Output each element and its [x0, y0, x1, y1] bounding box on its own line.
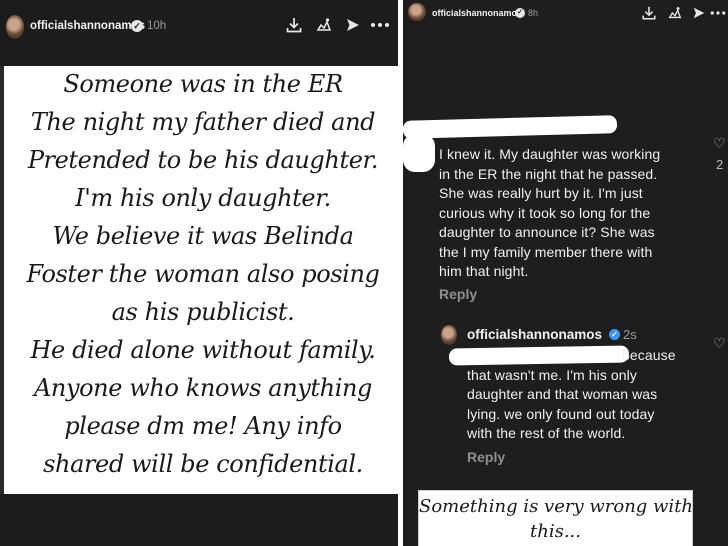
- story-line: shared will be confidential.: [43, 450, 363, 478]
- reply-button[interactable]: Reply: [439, 286, 477, 302]
- story-line: Anyone who knows anything: [33, 374, 373, 402]
- send-icon[interactable]: [692, 6, 706, 20]
- send-icon[interactable]: [345, 17, 361, 33]
- comment-text-line: with the rest of the world.: [467, 425, 626, 441]
- comment-text-line: lying. we only found out today: [467, 405, 655, 422]
- redaction-mark: [403, 134, 435, 172]
- caption-line: this...: [530, 521, 581, 542]
- comment-text-line: daughter to announce it? She was: [439, 224, 655, 240]
- more-icon[interactable]: [709, 7, 727, 19]
- avatar[interactable]: [6, 15, 24, 39]
- avatar[interactable]: [441, 325, 457, 345]
- story-line: We believe it was Belinda: [52, 222, 354, 250]
- story-line: I'm his only daughter.: [75, 184, 331, 212]
- story-line: The night my father died and: [30, 108, 376, 136]
- comment-text-line: She was really hurt by it. I'm just: [439, 185, 643, 201]
- story-caption-card: Something is very wrong with this...: [418, 490, 693, 546]
- reply-username[interactable]: officialshannonamos: [467, 327, 602, 342]
- caption-line: Something is very wrong with: [419, 496, 694, 517]
- verified-badge-icon: ✓: [131, 20, 143, 32]
- story-line: Pretended to be his daughter.: [27, 146, 379, 174]
- comment-text-line: curious why it took so long for the: [439, 204, 651, 221]
- story-line: Foster the woman also posing: [26, 260, 380, 288]
- more-icon[interactable]: [369, 18, 391, 32]
- left-story-panel: officialshannonamos ✓ 10h Someone was in…: [0, 0, 398, 546]
- story-line: as his publicist.: [111, 298, 295, 326]
- download-icon[interactable]: [285, 16, 303, 34]
- avatar[interactable]: [408, 3, 426, 21]
- comment-text-line: the I my family member there with: [439, 243, 653, 260]
- story-line: please dm me! Any info: [64, 412, 342, 440]
- story-line: Someone was in the ER: [63, 70, 343, 98]
- comment-text-line: him that night.: [439, 263, 529, 279]
- right-story-panel: officialshannonamos ✓ 8h I knew it. My d…: [403, 0, 728, 546]
- verified-badge-icon: ✓: [515, 8, 525, 18]
- verified-badge-icon: ✓: [609, 329, 620, 340]
- story-line: He died alone without family.: [30, 336, 376, 364]
- redaction-mark: [448, 345, 630, 366]
- like-count: 2: [716, 157, 724, 172]
- comment-text-line: because: [622, 347, 676, 363]
- story-header: officialshannonamos ✓ 8h: [403, 0, 728, 50]
- sticker-icon[interactable]: [315, 16, 333, 34]
- redaction-mark: [403, 115, 618, 139]
- story-username[interactable]: officialshannonamos: [30, 20, 145, 32]
- comment-text-line: in the ER the night that he passed.: [439, 165, 658, 182]
- comment-text-line: that wasn't me. I'm his only: [467, 366, 637, 383]
- story-text-card: Someone was in the ER The night my fathe…: [0, 66, 398, 494]
- reply-button[interactable]: Reply: [467, 449, 505, 465]
- reply-time: 2s: [623, 327, 637, 342]
- download-icon[interactable]: [641, 5, 657, 21]
- story-time: 10h: [147, 20, 167, 32]
- heart-outline-icon[interactable]: ♡: [713, 135, 726, 152]
- comment-text-line: daughter and that woman was: [467, 386, 658, 402]
- story-time: 8h: [528, 8, 539, 18]
- comment-text-line: I knew it. My daughter was working: [439, 146, 661, 162]
- story-username[interactable]: officialshannonamos: [432, 8, 522, 18]
- heart-outline-icon[interactable]: ♡: [713, 335, 726, 352]
- sticker-icon[interactable]: [667, 5, 683, 21]
- story-header: officialshannonamos ✓ 10h: [0, 0, 398, 50]
